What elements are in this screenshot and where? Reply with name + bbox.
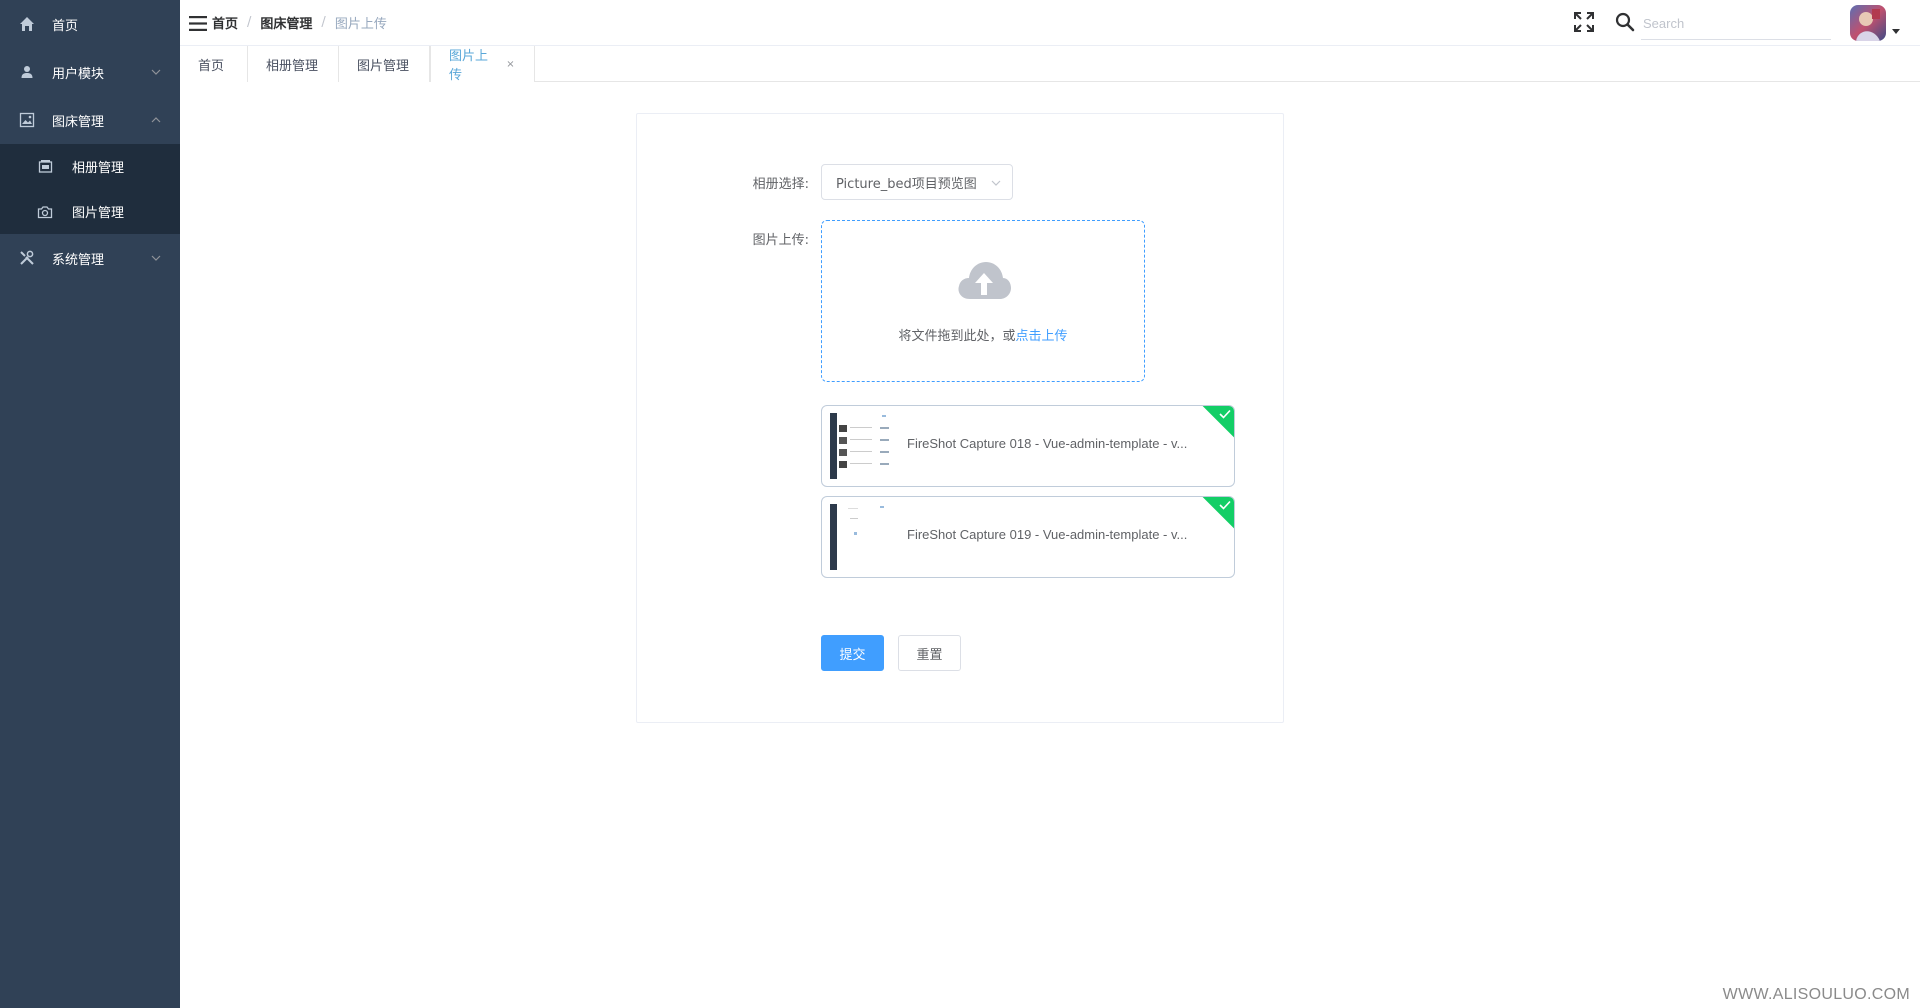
album-select-label: 相册选择: <box>752 177 809 192</box>
close-icon[interactable]: × <box>505 58 516 70</box>
dropzone-text: 将文件拖到此处，或点击上传 <box>822 325 1144 344</box>
upload-dropzone[interactable]: 将文件拖到此处，或点击上传 <box>821 220 1145 382</box>
sidebar-submenu: 相册管理 图片管理 <box>0 144 180 234</box>
sidebar-item-system-management[interactable]: 系统管理 <box>0 234 180 282</box>
sidebar-item-user-module[interactable]: 用户模块 <box>0 48 180 96</box>
chevron-up-icon <box>150 114 162 126</box>
check-icon <box>1219 408 1231 420</box>
tags-view: 首页 相册管理 图片管理 图片上传 × <box>180 46 1920 83</box>
file-thumbnail <box>830 504 896 570</box>
hamburger-menu-icon[interactable] <box>185 10 211 36</box>
upload-file-item[interactable]: FireShot Capture 018 - Vue-admin-templat… <box>821 405 1235 487</box>
camera-icon <box>36 203 54 221</box>
sidebar-item-image-bed[interactable]: 图床管理 <box>0 96 180 144</box>
home-icon <box>18 15 36 33</box>
file-thumbnail <box>830 413 896 479</box>
sidebar-item-label: 图床管理 <box>52 114 105 130</box>
sidebar-item-label: 系统管理 <box>52 252 105 268</box>
avatar[interactable] <box>1850 5 1886 41</box>
caret-down-icon[interactable] <box>1891 27 1901 35</box>
user-icon <box>18 63 36 81</box>
breadcrumb-separator: / <box>321 15 326 30</box>
picture-icon <box>18 111 36 129</box>
sidebar-item-label: 相册管理 <box>72 161 125 176</box>
breadcrumb-current: 图片上传 <box>334 17 387 32</box>
sidebar: 首页 用户模块 图床管理 相册管理 图片管理 系统管理 <box>0 0 180 1008</box>
dropzone-hint: 将文件拖到此处，或 <box>898 329 1016 344</box>
tag-album-management[interactable]: 相册管理 <box>248 46 339 82</box>
breadcrumb-home[interactable]: 首页 <box>212 13 238 32</box>
navbar: 首页 / 图床管理 / 图片上传 <box>180 0 1920 46</box>
click-upload-link[interactable]: 点击上传 <box>1016 329 1068 344</box>
reset-button[interactable]: 重置 <box>898 635 961 671</box>
sidebar-item-label: 用户模块 <box>52 66 105 82</box>
album-select[interactable]: Picture_bed项目预览图 <box>821 164 1013 200</box>
submit-button[interactable]: 提交 <box>821 635 884 671</box>
chevron-down-icon <box>150 66 162 78</box>
sidebar-item-label: 首页 <box>52 18 79 34</box>
sidebar-item-label: 图片管理 <box>72 206 125 221</box>
watermark: WWW.ALISOULUO.COM <box>1722 986 1910 1003</box>
tag-label: 相册管理 <box>266 58 319 74</box>
check-icon <box>1219 499 1231 511</box>
album-icon <box>36 158 54 176</box>
tag-label: 图片管理 <box>357 58 410 74</box>
album-select-value: Picture_bed项目预览图 <box>836 176 977 192</box>
fullscreen-icon[interactable] <box>1572 10 1596 34</box>
breadcrumb-image-bed[interactable]: 图床管理 <box>260 13 312 32</box>
sidebar-item-album-management[interactable]: 相册管理 <box>0 144 180 189</box>
search-icon[interactable] <box>1613 10 1637 34</box>
image-upload-label: 图片上传: <box>752 233 809 248</box>
chevron-down-icon <box>150 252 162 264</box>
breadcrumb-separator: / <box>247 15 252 30</box>
tag-label: 首页 <box>198 58 225 74</box>
tag-image-upload[interactable]: 图片上传 × <box>430 46 535 83</box>
breadcrumb: 首页 / 图床管理 / 图片上传 <box>212 13 387 32</box>
file-name: FireShot Capture 018 - Vue-admin-templat… <box>907 436 1188 451</box>
upload-file-item[interactable]: FireShot Capture 019 - Vue-admin-templat… <box>821 496 1235 578</box>
upload-form-card: 相册选择: Picture_bed项目预览图 图片上传: 将文件拖到此处，或点击… <box>636 113 1284 723</box>
tag-label: 图片上传 <box>449 49 489 83</box>
chevron-down-icon <box>990 177 1002 189</box>
sidebar-item-home[interactable]: 首页 <box>0 0 180 48</box>
tag-home[interactable]: 首页 <box>180 46 248 82</box>
search-input[interactable] <box>1641 8 1831 40</box>
file-name: FireShot Capture 019 - Vue-admin-templat… <box>907 527 1188 542</box>
tag-image-management[interactable]: 图片管理 <box>339 46 430 82</box>
sidebar-item-image-management[interactable]: 图片管理 <box>0 189 180 234</box>
cloud-upload-icon <box>956 259 1012 303</box>
tools-icon <box>18 249 36 267</box>
